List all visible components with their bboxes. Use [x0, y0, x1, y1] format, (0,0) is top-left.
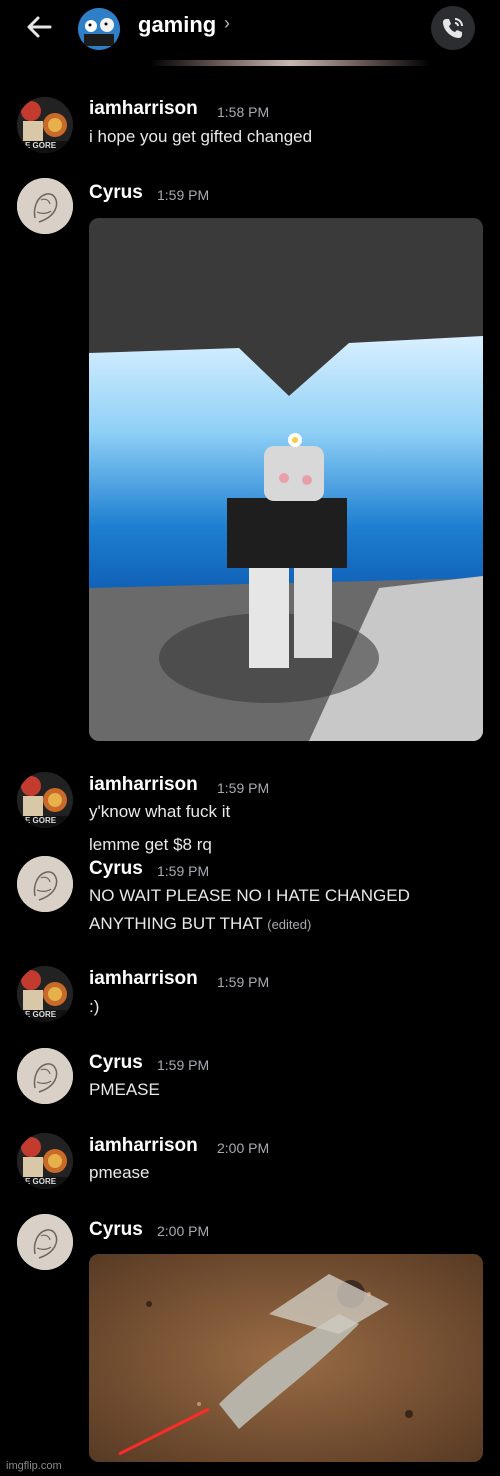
message-text: i hope you get gifted changed — [89, 127, 313, 146]
avatar-caption: E GORE — [25, 816, 57, 825]
avatar-cyrus[interactable] — [17, 1048, 73, 1104]
avatar-cyrus[interactable] — [17, 178, 73, 234]
chevron-right-icon[interactable]: › — [224, 13, 230, 34]
author-name[interactable]: iamharrison — [89, 968, 198, 990]
author-name[interactable]: Cyrus — [89, 1052, 143, 1074]
avatar-caption: E GORE — [25, 1010, 57, 1019]
server-icon[interactable] — [78, 8, 120, 50]
message-text: pmease — [89, 1163, 150, 1182]
author-name[interactable]: Cyrus — [89, 858, 143, 880]
timestamp: 1:59 PM — [217, 974, 270, 990]
timestamp: 1:58 PM — [217, 104, 270, 120]
timestamp: 1:59 PM — [157, 1057, 210, 1073]
message-text-line2: ANYTHING BUT THAT (edited) — [89, 914, 312, 933]
image-attachment-roblox[interactable] — [89, 218, 483, 741]
image-attachment-battle[interactable] — [89, 1254, 483, 1462]
edited-label: (edited) — [267, 917, 312, 932]
message-text: lemme get $8 rq — [89, 835, 212, 854]
avatar-caption: E GORE — [25, 1177, 57, 1186]
avatar-iamharrison[interactable]: E GORE — [17, 966, 73, 1022]
phone-call-icon — [443, 18, 463, 38]
avatar-cyrus[interactable] — [17, 856, 73, 912]
channel-header: gaming › — [0, 0, 500, 58]
author-name[interactable]: iamharrison — [89, 98, 198, 120]
author-name[interactable]: iamharrison — [89, 1135, 198, 1157]
message-text: y'know what fuck it — [89, 802, 231, 821]
timestamp: 1:59 PM — [157, 863, 210, 879]
author-name[interactable]: iamharrison — [89, 774, 198, 796]
message-text: :) — [89, 997, 100, 1016]
arrow-left-icon[interactable] — [22, 10, 56, 44]
author-name[interactable]: Cyrus — [89, 1219, 143, 1241]
avatar-iamharrison[interactable]: E GORE — [17, 97, 73, 153]
avatar-caption: E GORE — [25, 141, 57, 150]
channel-title[interactable]: gaming — [138, 12, 216, 38]
message-text: NO WAIT PLEASE NO I HATE CHANGED — [89, 886, 410, 905]
timestamp: 2:00 PM — [157, 1223, 210, 1239]
watermark: imgflip.com — [6, 1460, 62, 1472]
message-text: PMEASE — [89, 1080, 160, 1099]
avatar-cyrus[interactable] — [17, 1214, 73, 1270]
avatar-iamharrison[interactable]: E GORE — [17, 1133, 73, 1189]
avatar-iamharrison[interactable]: E GORE — [17, 772, 73, 828]
timestamp: 2:00 PM — [217, 1140, 270, 1156]
timestamp: 1:59 PM — [217, 780, 270, 796]
author-name[interactable]: Cyrus — [89, 182, 143, 204]
timestamp: 1:59 PM — [157, 187, 210, 203]
phone-call-button[interactable] — [431, 6, 475, 50]
header-divider — [150, 60, 430, 66]
